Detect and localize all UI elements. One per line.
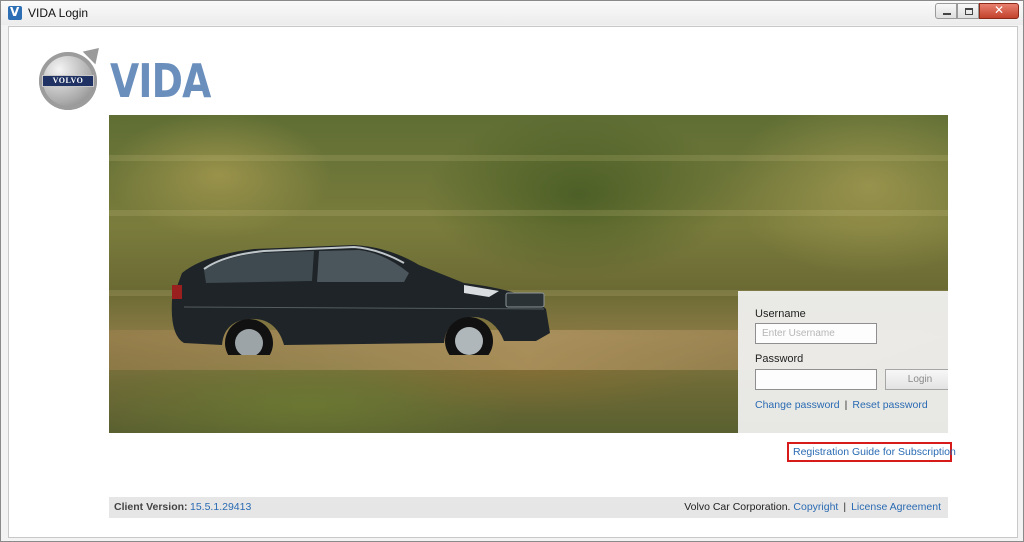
company-name: Volvo Car Corporation. [684,501,791,513]
close-button[interactable]: ✕ [979,3,1019,19]
minimize-button[interactable] [935,3,957,19]
volvo-arrow-icon [82,41,106,65]
footer-separator: | [843,501,847,513]
title-bar[interactable]: VIDA Login ✕ [1,1,1023,25]
footer-links: Volvo Car Corporation. Copyright | License… [684,501,941,513]
username-label: Username [755,308,806,320]
volvo-logo-icon: VOLVO [39,41,106,110]
registration-guide-link[interactable]: Registration Guide for Subscription [793,446,956,458]
link-separator: | [844,399,848,411]
vida-wordmark: VIDA [110,54,211,108]
window-title: VIDA Login [28,6,89,20]
client-version-label: Client Version: [114,501,188,513]
minimize-icon [943,13,951,15]
reset-password-link[interactable]: Reset password [852,399,927,411]
password-links: Change password | Reset password [755,399,928,411]
login-button[interactable]: Login [885,369,948,390]
password-label: Password [755,353,804,365]
login-page: VOLVO VIDA Username Enter Username Passw… [8,26,1018,538]
vida-login-window: VIDA Login ✕ VOLVO VIDA [0,0,1024,542]
username-input[interactable] [755,323,877,344]
license-agreement-link[interactable]: License Agreement [851,501,941,513]
login-panel: Username Password Login Change password |… [738,291,948,433]
suv-car-image [171,245,550,355]
maximize-icon [965,8,973,15]
hero-image: Username Password Login Change password |… [109,115,948,433]
volvo-badge: VOLVO [42,75,94,87]
footer-bar: Client Version: 15.5.1.29413 Volvo Car C… [109,497,948,518]
maximize-button[interactable] [957,3,979,19]
password-input[interactable] [755,369,877,390]
change-password-link[interactable]: Change password [755,399,840,411]
copyright-link[interactable]: Copyright [793,501,838,513]
client-version-value: 15.5.1.29413 [190,501,252,513]
vida-app-icon [8,5,22,20]
motion-blur-streak [109,210,948,216]
registration-highlight: Registration Guide for Subscription [787,442,956,462]
window-controls: ✕ [935,3,1019,19]
close-icon: ✕ [993,3,1005,17]
motion-blur-streak [109,155,948,161]
